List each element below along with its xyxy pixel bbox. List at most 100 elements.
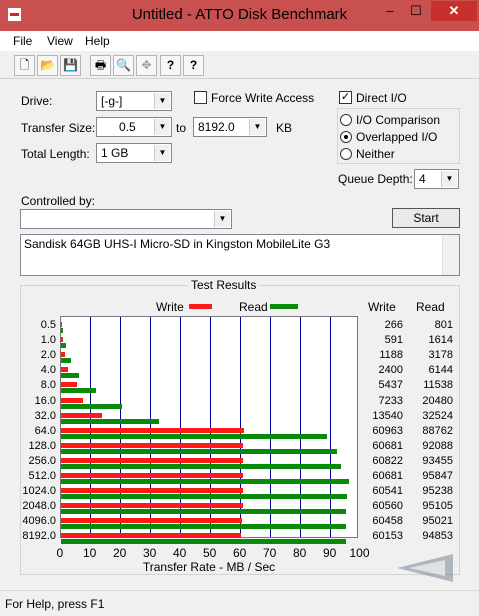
chevron-down-icon[interactable]: ▼	[154, 145, 170, 161]
read-value: 95021	[422, 515, 453, 528]
write-bar	[61, 352, 65, 358]
read-bar	[61, 403, 123, 409]
app-icon	[7, 7, 22, 22]
read-bar	[61, 433, 328, 439]
neither-radio[interactable]	[340, 148, 352, 160]
toolbar: 🗋 📂 💾 🖶 🔍 ✥ ? ?	[0, 52, 479, 79]
transfer-from-value: 0.5	[119, 120, 136, 134]
grid-line	[330, 317, 331, 537]
new-file-icon[interactable]: 🗋	[14, 55, 35, 76]
queue-depth-value: 4	[419, 172, 426, 186]
menu-help[interactable]: Help	[85, 34, 110, 48]
y-tick-label: 128.0	[28, 439, 56, 452]
write-value: 60153	[372, 530, 403, 543]
write-column-header: Write	[368, 300, 396, 314]
queue-depth-select[interactable]: 4 ▼	[414, 169, 459, 189]
write-value: 266	[384, 319, 403, 331]
x-tick-label: 80	[293, 546, 307, 560]
y-tick-label: 4.0	[40, 364, 56, 377]
transfer-to-value: 8192.0	[198, 120, 235, 134]
x-tick-label: 0	[56, 546, 64, 560]
read-value: 32524	[422, 409, 453, 422]
read-bar	[61, 418, 159, 424]
grid-line	[270, 317, 271, 537]
write-value: 60560	[372, 500, 403, 513]
chevron-down-icon[interactable]: ▼	[214, 211, 230, 227]
total-length-select[interactable]: 1 GB ▼	[96, 143, 172, 163]
read-value: 94853	[422, 530, 453, 543]
print-preview-icon[interactable]: 🔍	[113, 55, 134, 76]
force-write-checkbox[interactable]	[194, 91, 207, 104]
write-bar	[61, 412, 102, 418]
open-folder-icon[interactable]: 📂	[37, 55, 58, 76]
y-tick-label: 0.5	[40, 319, 56, 331]
read-value: 88762	[422, 424, 453, 437]
write-bar	[61, 457, 244, 463]
read-value: 20480	[422, 394, 453, 407]
read-legend-label: Read	[239, 300, 268, 314]
drive-select[interactable]: [-g-] ▼	[96, 91, 172, 111]
start-button[interactable]: Start	[392, 208, 460, 228]
chevron-down-icon[interactable]: ▼	[154, 93, 170, 109]
write-value: 13540	[372, 409, 403, 422]
move-icon[interactable]: ✥	[136, 55, 157, 76]
x-tick-label: 20	[113, 546, 127, 560]
y-tick-label: 64.0	[34, 424, 56, 437]
close-button[interactable]: ✕	[431, 1, 477, 21]
queue-depth-label: Queue Depth:	[338, 172, 413, 186]
to-label: to	[176, 121, 187, 135]
chevron-down-icon[interactable]: ▼	[154, 119, 170, 135]
transfer-from-select[interactable]: 0.5 ▼	[96, 117, 172, 137]
description-textarea[interactable]: Sandisk 64GB UHS-I Micro-SD in Kingston …	[20, 234, 460, 276]
drive-value: [-g-]	[101, 94, 123, 108]
x-tick-label: 70	[263, 546, 277, 560]
y-tick-label: 16.0	[34, 394, 56, 407]
io-comparison-radio[interactable]	[340, 114, 352, 126]
write-bar	[61, 427, 244, 433]
controlled-by-label: Controlled by:	[21, 194, 96, 208]
direct-io-checkbox[interactable]: ✓	[339, 91, 352, 104]
grid-line	[300, 317, 301, 537]
total-length-value: 1 GB	[101, 146, 129, 160]
save-icon[interactable]: 💾	[60, 55, 81, 76]
x-tick-label: 30	[143, 546, 157, 560]
menu-file[interactable]: File	[13, 34, 32, 48]
help-icon[interactable]: ?	[160, 55, 181, 76]
write-value: 7233	[378, 394, 403, 407]
read-value: 95847	[422, 470, 453, 482]
read-bar	[61, 509, 347, 515]
read-bar	[61, 388, 96, 394]
direct-io-label: Direct I/O	[356, 91, 407, 105]
drive-label: Drive:	[21, 94, 53, 108]
chevron-down-icon[interactable]: ▼	[441, 171, 457, 187]
write-bar	[61, 337, 63, 343]
description-text: Sandisk 64GB UHS-I Micro-SD in Kingston …	[24, 237, 331, 251]
status-text: For Help, press F1	[5, 597, 105, 611]
test-results-title: Test Results	[188, 278, 260, 292]
write-bar	[61, 367, 69, 373]
minimize-button[interactable]: –	[377, 1, 403, 21]
chevron-down-icon[interactable]: ▼	[249, 119, 265, 135]
controlled-by-select[interactable]: ▼	[20, 209, 232, 229]
description-scrollbar[interactable]	[442, 235, 459, 275]
y-tick-label: 2048.0	[22, 500, 56, 513]
read-value: 95238	[422, 485, 453, 498]
context-help-icon[interactable]: ?	[183, 55, 204, 76]
y-tick-label: 2.0	[40, 349, 56, 362]
bar-chart-plot	[60, 316, 358, 545]
maximize-button[interactable]: ☐	[403, 1, 429, 21]
write-bar	[61, 503, 243, 509]
transfer-to-select[interactable]: 8192.0 ▼	[193, 117, 267, 137]
kb-label: KB	[276, 121, 293, 135]
write-value: 60681	[372, 470, 403, 482]
read-value: 1614	[428, 334, 453, 347]
print-icon[interactable]: 🖶	[90, 55, 111, 76]
window-title: Untitled - ATTO Disk Benchmark	[131, 6, 348, 23]
menu-view[interactable]: View	[47, 34, 73, 48]
status-bar: For Help, press F1	[0, 590, 479, 616]
read-bar	[61, 463, 342, 469]
overlapped-io-radio[interactable]	[340, 131, 352, 143]
write-bar	[61, 322, 62, 327]
transfer-size-label: Transfer Size:	[21, 121, 96, 135]
x-tick-label: 100	[349, 546, 370, 560]
